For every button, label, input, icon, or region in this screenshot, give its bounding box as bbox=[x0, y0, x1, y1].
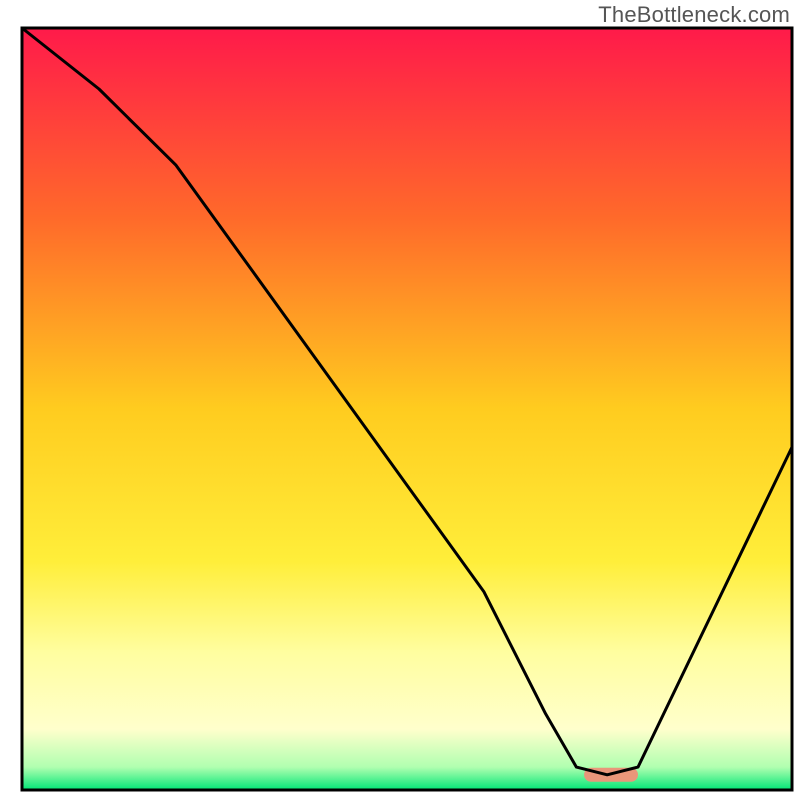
chart-background bbox=[22, 28, 792, 790]
chart-container: TheBottleneck.com bbox=[0, 0, 800, 800]
watermark-text: TheBottleneck.com bbox=[598, 2, 790, 28]
chart-svg bbox=[0, 0, 800, 800]
